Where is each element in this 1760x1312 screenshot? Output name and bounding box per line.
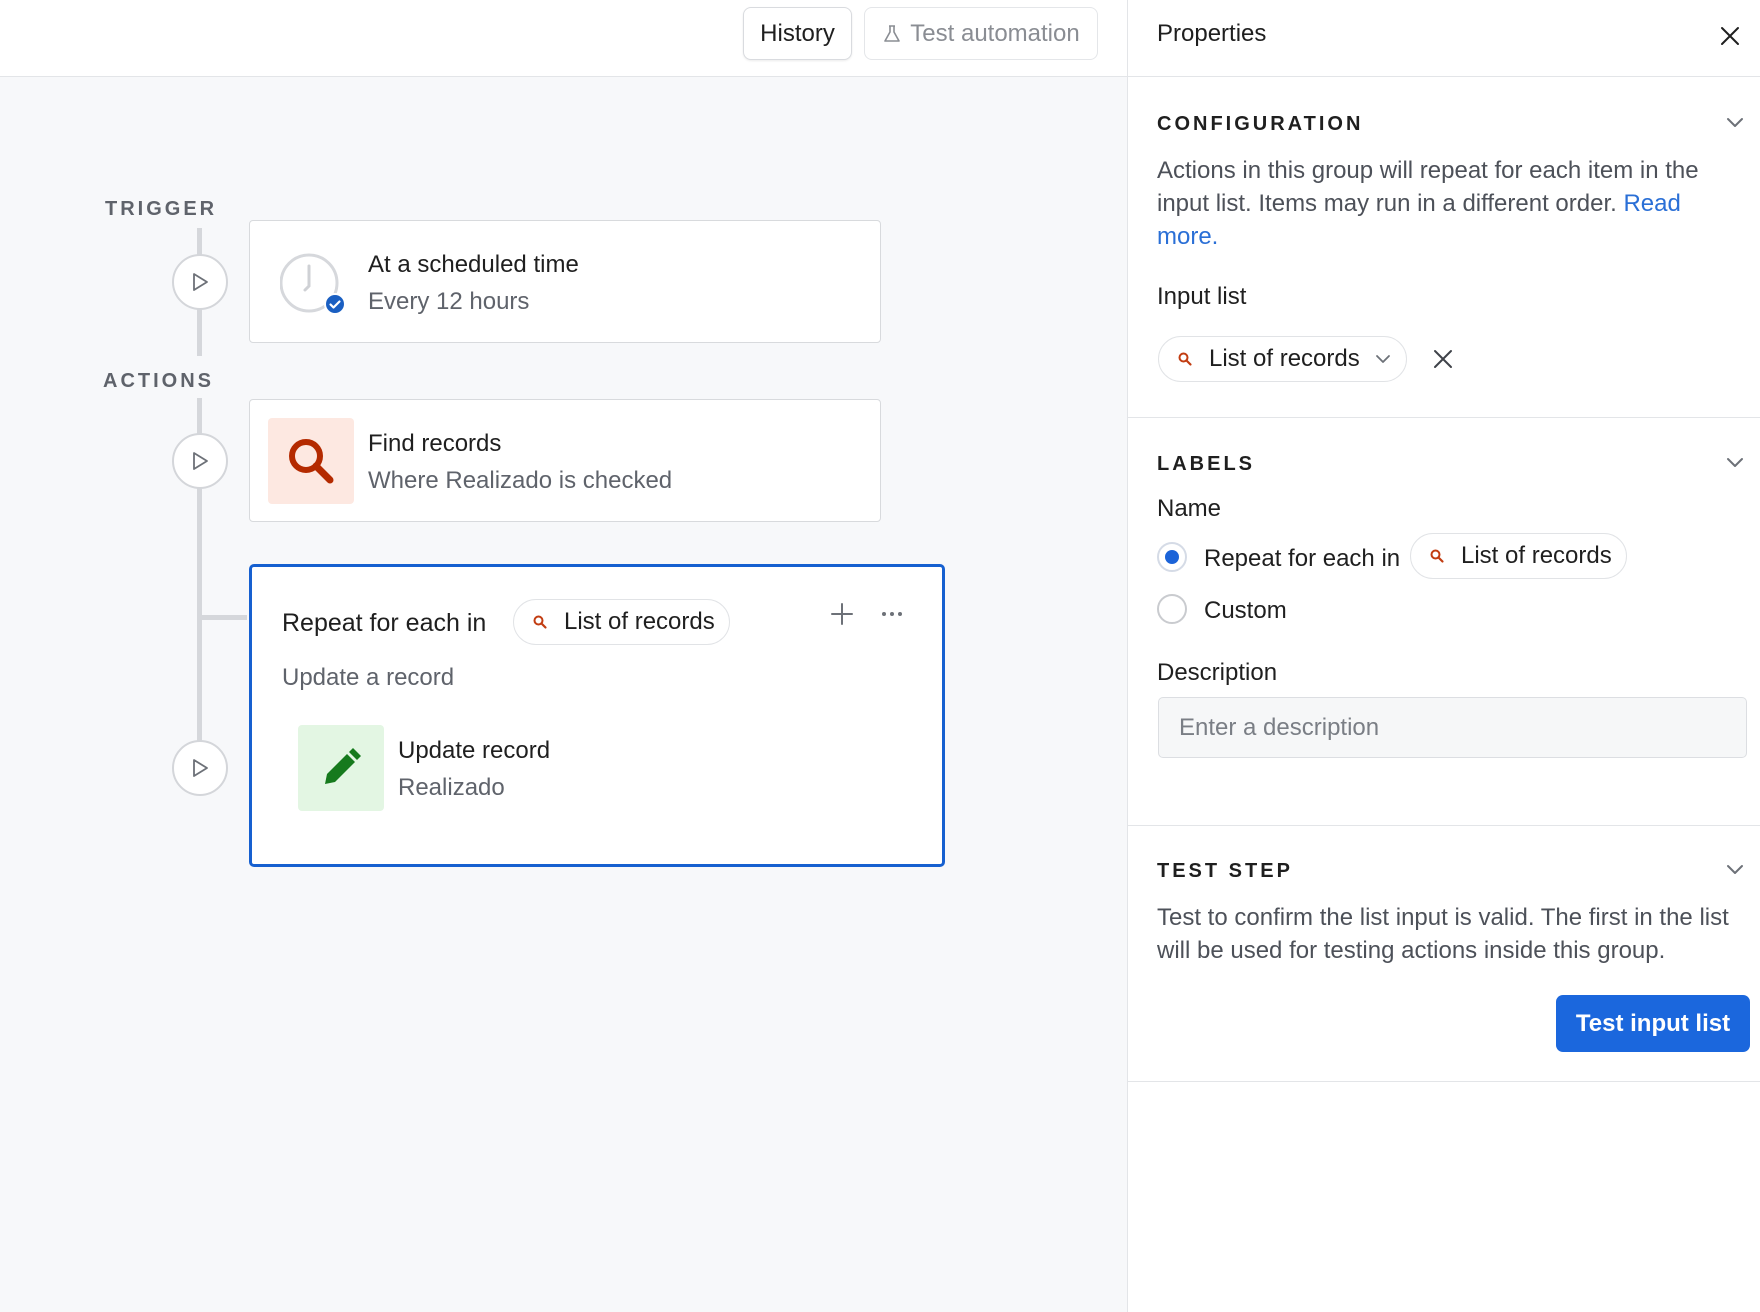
name-default-pill: List of records <box>1410 533 1627 579</box>
close-icon <box>1718 24 1742 48</box>
test-step-section: TEST STEP Test to confirm the list input… <box>1128 826 1760 1082</box>
search-icon <box>1427 546 1447 566</box>
update-record-icon-box <box>298 725 384 811</box>
configuration-description-text: Actions in this group will repeat for ea… <box>1157 157 1699 217</box>
check-badge-icon <box>324 293 346 320</box>
name-custom-option-label: Custom <box>1204 597 1287 624</box>
repeat-list-pill[interactable]: List of records <box>513 599 730 645</box>
find-records-title: Find records <box>368 430 502 457</box>
run-update-record-button[interactable] <box>172 740 228 796</box>
play-icon <box>189 757 211 779</box>
trigger-card[interactable]: At a scheduled time Every 12 hours <box>249 220 881 343</box>
history-button[interactable]: History <box>743 7 852 60</box>
chevron-down-icon <box>1374 350 1392 368</box>
test-step-heading[interactable]: TEST STEP <box>1157 860 1293 883</box>
play-icon <box>189 271 211 293</box>
test-step-description: Test to confirm the list input is valid.… <box>1157 904 1729 964</box>
play-icon <box>189 450 211 472</box>
chevron-down-icon[interactable] <box>1724 858 1746 880</box>
canvas-toolbar: History Test automation <box>0 0 1127 77</box>
actions-section-label: ACTIONS <box>103 370 214 392</box>
description-input[interactable] <box>1158 697 1747 758</box>
pencil-icon <box>317 744 365 792</box>
test-automation-button[interactable]: Test automation <box>864 7 1098 60</box>
description-label: Description <box>1157 659 1278 686</box>
panel-header: Properties <box>1128 0 1760 77</box>
flask-icon <box>882 24 902 44</box>
update-record-title: Update record <box>398 737 551 764</box>
chevron-down-icon[interactable] <box>1724 111 1746 133</box>
configuration-description: Actions in this group will repeat for ea… <box>1157 154 1737 253</box>
search-icon <box>285 435 337 487</box>
input-list-value: List of records <box>1209 345 1360 372</box>
run-trigger-button[interactable] <box>172 254 228 310</box>
update-record-subtitle: Realizado <box>398 774 505 801</box>
properties-panel: Properties CONFIGURATION Actions in this… <box>1127 0 1760 1312</box>
test-input-list-button[interactable]: Test input list <box>1556 995 1750 1052</box>
test-automation-label: Test automation <box>910 19 1080 47</box>
find-records-card[interactable]: Find records Where Realizado is checked <box>249 399 881 522</box>
find-records-icon-box <box>268 418 354 504</box>
configuration-heading[interactable]: CONFIGURATION <box>1157 113 1363 136</box>
repeat-group-title: Repeat for each in <box>282 609 487 637</box>
configuration-section: CONFIGURATION Actions in this group will… <box>1128 77 1760 418</box>
trigger-subtitle: Every 12 hours <box>368 288 530 315</box>
panel-title: Properties <box>1157 20 1267 47</box>
automation-canvas: History Test automation TRIGGER ACTIONS <box>0 0 1127 1312</box>
repeat-list-pill-label: List of records <box>564 608 715 635</box>
labels-heading[interactable]: LABELS <box>1157 453 1255 476</box>
trigger-title: At a scheduled time <box>368 251 579 278</box>
find-records-subtitle: Where Realizado is checked <box>368 467 673 494</box>
clear-input-list-icon[interactable] <box>1431 347 1455 376</box>
input-list-select[interactable]: List of records <box>1158 336 1407 382</box>
chevron-down-icon[interactable] <box>1724 451 1746 473</box>
history-button-label: History <box>760 19 835 47</box>
labels-section: LABELS Name Repeat for each in List of r… <box>1128 418 1760 826</box>
timeline-branch <box>197 615 247 620</box>
name-default-radio[interactable] <box>1157 542 1187 572</box>
name-default-pill-label: List of records <box>1461 542 1612 569</box>
repeat-group-card[interactable]: Repeat for each in List of records Updat… <box>249 564 945 867</box>
name-default-option-label: Repeat for each in <box>1204 545 1401 572</box>
name-custom-radio[interactable] <box>1157 594 1187 624</box>
more-icon[interactable] <box>879 601 905 632</box>
update-record-step[interactable]: Update record Realizado <box>298 725 698 815</box>
search-icon <box>530 612 550 632</box>
input-list-label: Input list <box>1157 283 1247 310</box>
plus-icon[interactable] <box>829 601 855 632</box>
trigger-section-label: TRIGGER <box>105 198 218 220</box>
close-panel-button[interactable] <box>1712 18 1748 54</box>
repeat-group-subtitle: Update a record <box>282 664 455 691</box>
search-icon <box>1175 349 1195 369</box>
run-find-records-button[interactable] <box>172 433 228 489</box>
name-label: Name <box>1157 495 1222 522</box>
